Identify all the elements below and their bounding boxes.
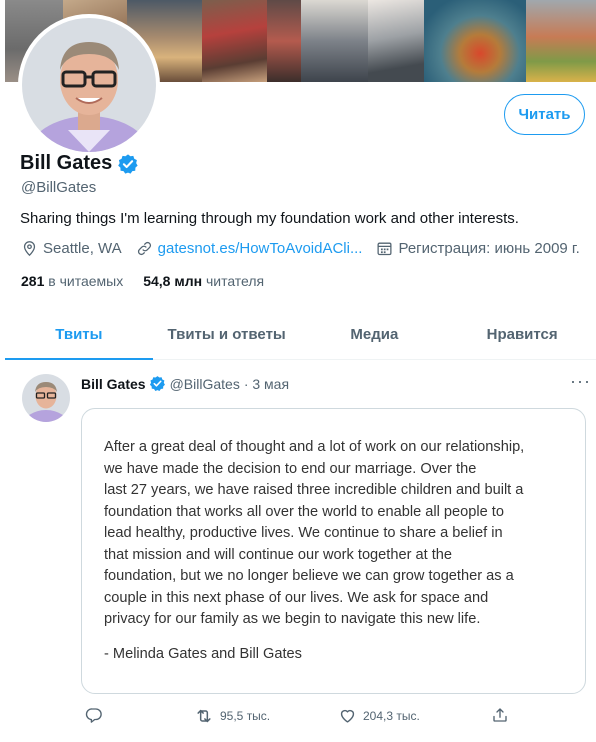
location-text: Seattle, WA: [43, 240, 122, 257]
location-pin-icon: [23, 241, 36, 257]
joined-text: Регистрация: июнь 2009 г.: [398, 240, 580, 257]
profile-meta: Seattle, WA gatesnot.es/HowToAvoidACli..…: [21, 240, 594, 257]
heart-icon: [340, 709, 355, 723]
profile-name-row: Bill Gates: [20, 152, 139, 175]
profile-website[interactable]: gatesnot.es/HowToAvoidACli...: [136, 240, 363, 257]
statement-line: lead healthy, productive lives. We conti…: [104, 525, 503, 541]
like-button[interactable]: 204,3 тыс.: [338, 706, 420, 725]
profile-name: Bill Gates: [20, 152, 113, 174]
follow-button[interactable]: Читать: [504, 94, 585, 135]
statement-line: couple in this next phase of our lives. …: [104, 589, 489, 606]
tweet-avatar[interactable]: [22, 374, 70, 422]
tab-likes[interactable]: Нравится: [448, 312, 596, 359]
like-count: 204,3 тыс.: [363, 708, 420, 723]
more-options-icon[interactable]: ···: [570, 371, 591, 392]
following-label: в читаемых: [48, 273, 124, 289]
tweet-header: Bill Gates @BillGates · 3 мая: [81, 375, 289, 392]
statement-line: last 27 years, we have raised three incr…: [104, 482, 524, 498]
profile-location: Seattle, WA: [21, 240, 122, 257]
tab-media[interactable]: Медиа: [301, 312, 449, 359]
tab-tweets-and-replies[interactable]: Твиты и ответы: [153, 312, 301, 359]
share-icon: [493, 708, 507, 722]
statement-line: After a great deal of thought and a lot …: [104, 439, 525, 455]
profile-tabs: Твиты Твиты и ответы Медиа Нравится: [5, 312, 596, 360]
verified-badge-icon: [149, 375, 166, 392]
tweet[interactable]: Bill Gates @BillGates · 3 мая ··· After …: [5, 362, 596, 742]
banner-photo: [526, 0, 596, 82]
banner-photo: [267, 0, 301, 82]
website-link[interactable]: gatesnot.es/HowToAvoidACli...: [158, 240, 363, 257]
statement-text: After a great deal of thought and a lot …: [104, 437, 569, 631]
retweet-button[interactable]: 95,5 тыс.: [194, 706, 270, 726]
statement-line: that mission and will continue our work …: [104, 546, 453, 563]
tweet-image-statement[interactable]: After a great deal of thought and a lot …: [81, 408, 586, 694]
tweet-handle[interactable]: @BillGates: [170, 376, 240, 392]
tweet-actions: 95,5 тыс. 204,3 тыс.: [81, 706, 511, 730]
statement-signature: - Melinda Gates and Bill Gates: [104, 646, 302, 662]
calendar-icon: [377, 242, 392, 256]
tweet-time[interactable]: · 3 мая: [244, 376, 289, 392]
share-button[interactable]: [491, 706, 515, 724]
avatar-portrait: [22, 18, 156, 152]
profile-bio: Sharing things I'm learning through my f…: [20, 210, 519, 227]
followers-stat[interactable]: 54,8 млн читателя: [143, 273, 264, 289]
banner-photo: [301, 0, 368, 82]
link-icon: [137, 241, 151, 256]
profile-handle: @BillGates: [21, 179, 97, 196]
statement-line: we have made the decision to end our mar…: [104, 460, 477, 477]
tab-tweets[interactable]: Твиты: [5, 312, 153, 360]
followers-label: читателя: [205, 273, 265, 289]
statement-line: foundation, but we no longer believe we …: [104, 568, 514, 584]
banner-photo: [424, 0, 526, 82]
statement-line: foundation that works all over the world…: [104, 503, 504, 520]
retweet-count: 95,5 тыс.: [220, 709, 271, 723]
reply-icon: [85, 708, 102, 723]
verified-badge-icon: [117, 153, 139, 175]
avatar-portrait: [22, 374, 70, 422]
statement-line: privacy for our family as we begin to na…: [104, 611, 481, 627]
banner-photo: [368, 0, 424, 82]
reply-button[interactable]: [85, 706, 109, 724]
banner-photo: [202, 0, 267, 82]
retweet-icon: [197, 709, 211, 723]
profile-joined: Регистрация: июнь 2009 г.: [376, 240, 580, 257]
profile-avatar[interactable]: [18, 14, 160, 156]
followers-count: 54,8 млн: [143, 273, 203, 289]
following-stat[interactable]: 281 в читаемых: [21, 273, 123, 289]
profile-stats: 281 в читаемых 54,8 млн читателя: [21, 273, 284, 289]
following-count: 281: [21, 273, 45, 289]
tweet-author[interactable]: Bill Gates: [81, 376, 146, 392]
